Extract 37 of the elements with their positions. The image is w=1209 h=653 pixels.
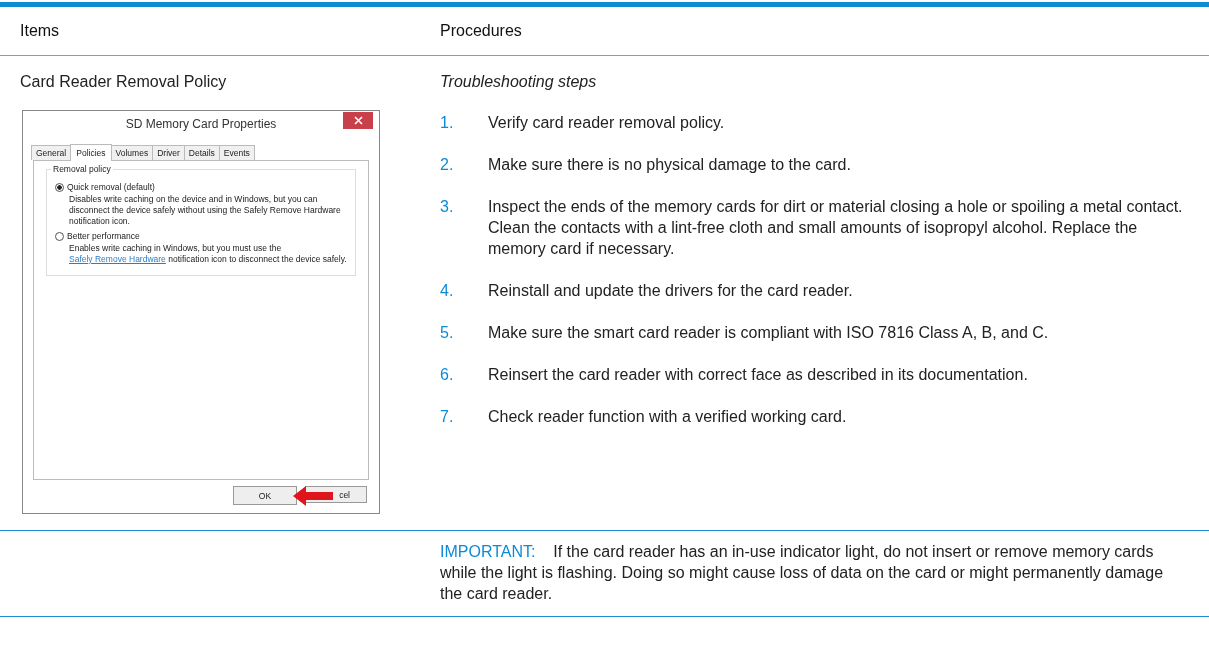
window-title: SD Memory Card Properties xyxy=(125,117,277,131)
option-description: Disables write caching on the device and in Windows, but you can disconnect the device safely without using the Safely Remove Hardware notification icon. xyxy=(69,194,342,227)
tab[interactable]: Driver xyxy=(152,145,185,160)
step-number: 4. xyxy=(440,281,455,301)
important-note: IMPORTANT: If the card reader has an in-use indicator light, do not insert or remove memory cards while the light is flashing. Doing so might cause loss of data on the card or might permanently damage the card reader. xyxy=(440,542,1165,604)
group-label: Removal policy xyxy=(51,164,113,174)
column-header: Procedures xyxy=(440,22,523,40)
step-text: Inspect the ends of the memory cards for dirt or material closing a hole or spoiling a metal contact. Clean the contacts with a lint-free cloth and small amounts of isopropyl alcohol. Replace the memory card if necessary. xyxy=(488,197,1184,259)
step-number: 3. xyxy=(440,197,455,217)
step-number: 7. xyxy=(440,407,455,427)
step-text: Make sure the smart card reader is compliant with ISO 7816 Class A, B, and C. xyxy=(488,323,1050,343)
close-icon xyxy=(353,116,363,125)
tab[interactable]: Details xyxy=(183,145,220,160)
step-text: Check reader function with a verified working card. xyxy=(488,407,848,427)
radio-button[interactable] xyxy=(55,182,64,192)
item-name: Card Reader Removal Policy xyxy=(20,72,228,92)
arrow-icon xyxy=(293,486,333,506)
close-button[interactable] xyxy=(343,112,373,129)
option-description: Enables write caching in Windows, but you must use the Safely Remove Hardware notification icon to disconnect the device safely. xyxy=(69,243,347,265)
option-label[interactable]: Better performance xyxy=(67,231,140,241)
step-text: Make sure there is no physical damage to the card. xyxy=(488,155,852,175)
step-number: 1. xyxy=(440,113,455,133)
link[interactable]: Safely Remove Hardware xyxy=(69,254,166,264)
tab[interactable]: General xyxy=(31,145,72,160)
step-text: Reinstall and update the drivers for the card reader. xyxy=(488,281,854,301)
step-number: 5. xyxy=(440,323,455,343)
step-text: Verify card reader removal policy. xyxy=(488,113,726,133)
option-label[interactable]: Quick removal (default) xyxy=(67,182,155,192)
step-number: 6. xyxy=(440,365,455,385)
step-number: 2. xyxy=(440,155,455,175)
tab[interactable]: Policies xyxy=(70,144,112,161)
tab[interactable]: Events xyxy=(218,145,255,160)
ok-button[interactable]: OK xyxy=(233,486,297,505)
step-text: Reinsert the card reader with correct face as described in its documentation. xyxy=(488,365,1029,385)
column-header: Items xyxy=(20,22,61,40)
tab[interactable]: Volumes xyxy=(110,145,154,160)
procedure-heading: Troubleshooting steps xyxy=(440,72,598,92)
